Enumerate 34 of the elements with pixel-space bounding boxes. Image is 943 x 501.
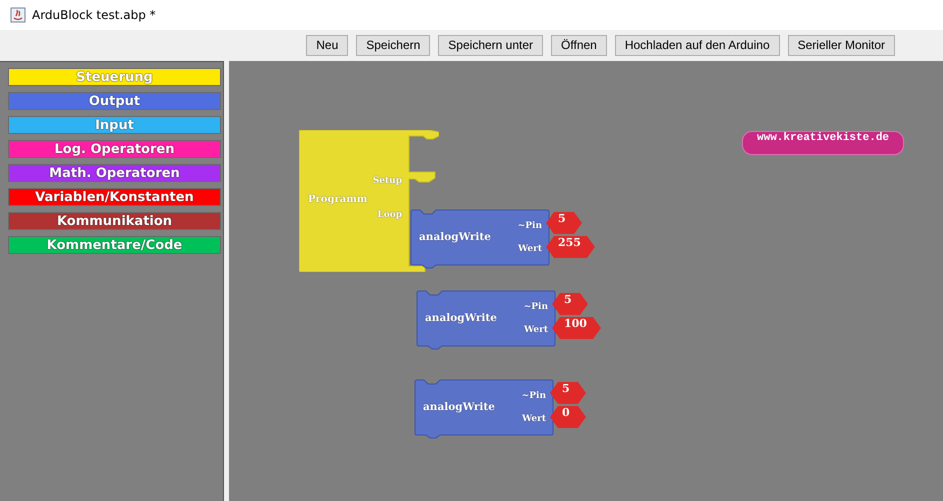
toolbar-button[interactable]: Öffnen	[551, 34, 607, 56]
toolbar-button[interactable]: Hochladen auf den Arduino	[614, 34, 780, 56]
window-title: ArduBlock test.abp *	[32, 8, 156, 22]
block-title: analogWrite	[419, 231, 491, 243]
parameter-label: ~Pin	[522, 391, 546, 401]
parameter-label: ~Pin	[518, 221, 542, 231]
socket-label: Setup	[372, 176, 402, 186]
parameter-label: Wert	[524, 325, 548, 335]
socket-label: Loop	[377, 210, 402, 220]
parameter-label: ~Pin	[524, 302, 548, 312]
category-button[interactable]: Input	[8, 116, 221, 134]
toolbar-button[interactable]: Speichern unter	[438, 34, 544, 56]
value-socket[interactable]: 100	[552, 317, 601, 339]
value-socket[interactable]: 5	[550, 382, 586, 404]
category-button[interactable]: Output	[8, 92, 221, 110]
category-button[interactable]: Variablen/Konstanten	[8, 188, 221, 206]
value-socket[interactable]: 0	[550, 406, 586, 428]
value-socket[interactable]: 5	[546, 212, 582, 234]
app-icon	[10, 7, 26, 23]
block-title: Programm	[308, 194, 368, 205]
category-button[interactable]: Kommentare/Code	[8, 236, 221, 254]
value-socket[interactable]: 5	[552, 293, 588, 315]
toolbar-button[interactable]: Serieller Monitor	[788, 34, 895, 56]
value-socket[interactable]: 255	[546, 236, 595, 258]
category-button[interactable]: Kommunikation	[8, 212, 221, 230]
block-title: analogWrite	[425, 312, 497, 324]
category-button[interactable]: Math. Operatoren	[8, 164, 221, 182]
parameter-label: Wert	[518, 244, 542, 254]
toolbar-button[interactable]: Neu	[306, 34, 348, 56]
category-button[interactable]: Log. Operatoren	[8, 140, 221, 158]
link-label: www.kreativekiste.de	[742, 131, 904, 155]
parameter-label: Wert	[522, 414, 546, 424]
block-title: analogWrite	[423, 401, 495, 413]
toolbar-button[interactable]: Speichern	[356, 34, 430, 56]
